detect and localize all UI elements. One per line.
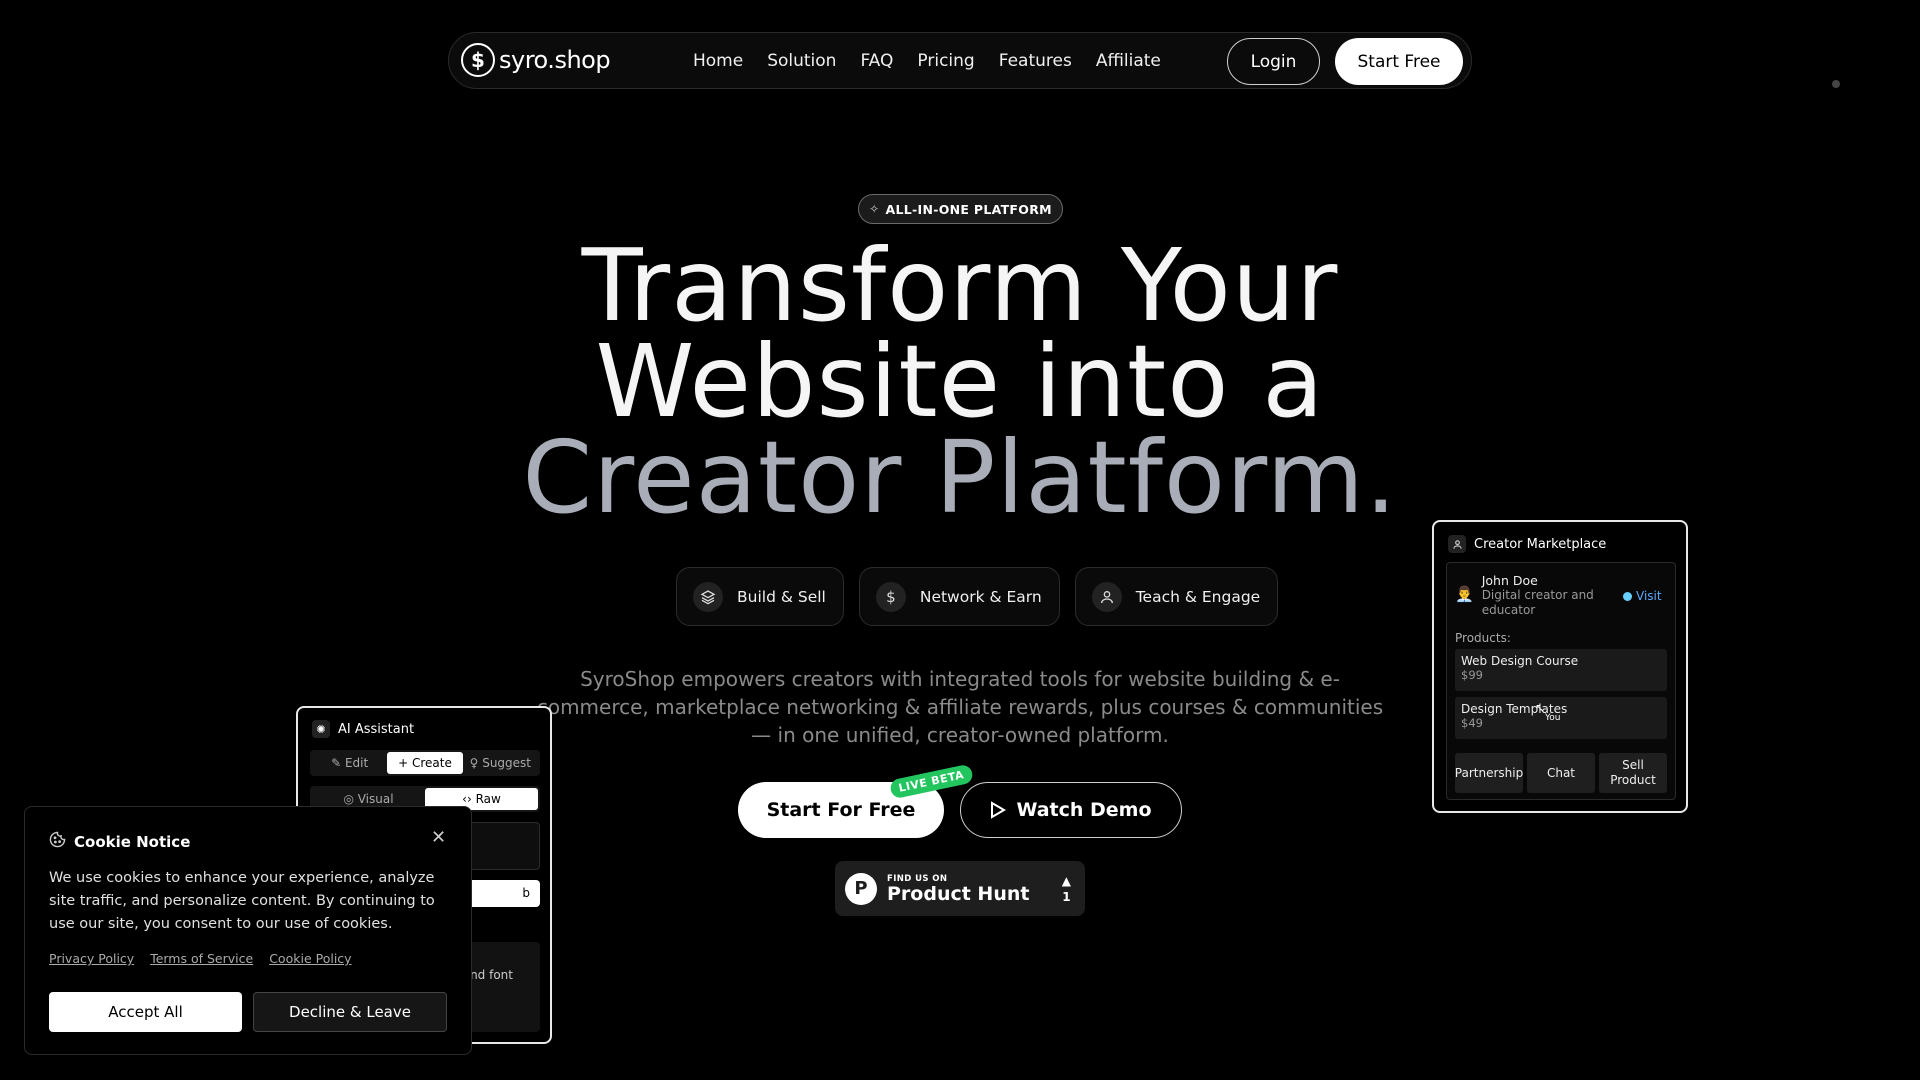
online-status-icon (1623, 591, 1632, 601)
product-hunt-title: Product Hunt (887, 882, 1030, 905)
product-price: $99 (1461, 668, 1483, 682)
product-name: Web Design Course (1461, 654, 1579, 668)
accept-all-button[interactable]: Accept All (49, 992, 242, 1032)
creator-marketplace-title: Creator Marketplace (1474, 536, 1607, 552)
ai-mode-tabs: ✎ Edit + Create ♀ Suggest (310, 750, 540, 776)
layers-icon (693, 581, 723, 612)
start-free-button[interactable]: Start Free (1335, 38, 1463, 85)
cursor-label: You (1545, 713, 1561, 723)
close-icon[interactable]: ✕ (431, 827, 446, 848)
nav-link-solution[interactable]: Solution (767, 51, 836, 71)
upvote-count: ▲ 1 (1062, 873, 1071, 905)
product-hunt-small-text: FIND US ON (887, 873, 948, 884)
creator-actions: Partnership Chat Sell Product (1455, 753, 1667, 793)
login-button[interactable]: Login (1227, 38, 1320, 85)
sparkle-icon: ✺ (312, 720, 330, 738)
privacy-policy-link[interactable]: Privacy Policy (49, 951, 134, 966)
play-icon (991, 801, 1007, 819)
nav-link-home[interactable]: Home (693, 51, 743, 71)
platform-badge: ✧ ALL-IN-ONE PLATFORM (858, 194, 1063, 224)
product-price: $49 (1461, 716, 1483, 730)
top-navbar: $ syro.shop Home Solution FAQ Pricing Fe… (448, 32, 1472, 89)
pill-network-earn[interactable]: $ Network & Earn (858, 567, 1060, 626)
cookie-icon (49, 831, 66, 853)
nav-link-pricing[interactable]: Pricing (917, 51, 974, 71)
feature-pills: Build & Sell $ Network & Earn Teach & En… (676, 567, 1279, 626)
product-item[interactable]: Web Design Course $99 (1455, 649, 1667, 691)
collaborator-cursor: ↖ You (1535, 701, 1561, 723)
tab-edit[interactable]: ✎ Edit (312, 752, 387, 774)
cookie-body: We use cookies to enhance your experienc… (49, 870, 435, 932)
products-label: Products: (1455, 631, 1511, 645)
sparkle-icon: ✧ (869, 202, 880, 216)
vote-number: 1 (1062, 889, 1071, 904)
tab-suggest[interactable]: ♀ Suggest (463, 752, 538, 774)
pill-label: Teach & Engage (1135, 587, 1261, 606)
ai-assistant-title: AI Assistant (338, 721, 415, 737)
tab-create[interactable]: + Create (387, 752, 463, 774)
headline-line-1: Transform Your (581, 227, 1339, 344)
decline-leave-button[interactable]: Decline & Leave (253, 992, 447, 1032)
cookie-notice: Cookie Notice ✕ We use cookies to enhanc… (24, 806, 472, 1055)
hero-headline: Transform Your Website into a Creator Pl… (360, 227, 1560, 536)
creator-marketplace-card: Creator Marketplace 👨‍💼 John Doe Digital… (1432, 520, 1688, 813)
badge-label: ALL-IN-ONE PLATFORM (885, 201, 1052, 217)
pill-build-sell[interactable]: Build & Sell (676, 567, 844, 626)
upvote-triangle-icon: ▲ (1061, 873, 1071, 888)
cookie-links: Privacy Policy Terms of Service Cookie P… (49, 951, 352, 966)
decorative-dot (1832, 80, 1840, 88)
creator-bio: Digital creator and educator (1481, 588, 1594, 617)
logo-dollar-icon: $ (461, 43, 495, 77)
visit-label: Visit (1636, 589, 1662, 603)
pill-label: Build & Sell (737, 587, 826, 606)
logo-text: syro.shop (499, 46, 611, 74)
creator-profile-panel: 👨‍💼 John Doe Digital creator and educato… (1446, 562, 1676, 800)
creator-name: John Doe (1481, 573, 1538, 588)
cookie-title: Cookie Notice (74, 833, 191, 851)
pill-teach-engage[interactable]: Teach & Engage (1074, 567, 1279, 626)
cursor-arrow-icon: ↖ (1535, 701, 1546, 715)
chat-button[interactable]: Chat (1527, 753, 1595, 793)
cookie-policy-link[interactable]: Cookie Policy (269, 951, 351, 966)
avatar: 👨‍💼 (1455, 585, 1474, 603)
nav-links: Home Solution FAQ Pricing Features Affil… (693, 51, 1161, 71)
product-hunt-icon: P (845, 872, 877, 905)
creator-profile: 👨‍💼 John Doe Digital creator and educato… (1455, 573, 1600, 618)
product-name: Design Templates (1461, 702, 1568, 716)
dollar-icon: $ (875, 581, 906, 612)
watch-demo-label: Watch Demo (1016, 799, 1152, 821)
sell-product-button[interactable]: Sell Product (1599, 753, 1667, 793)
pill-label: Network & Earn (919, 587, 1042, 606)
headline-line-3: Creator Platform. (522, 419, 1398, 536)
product-hunt-badge[interactable]: P FIND US ON Product Hunt ▲ 1 (835, 861, 1085, 916)
product-item[interactable]: Design Templates $49 (1455, 697, 1667, 739)
nav-link-features[interactable]: Features (999, 51, 1072, 71)
user-icon (1448, 535, 1466, 553)
headline-line-2: Website into a (595, 323, 1325, 440)
hero-description: SyroShop empowers creators with integrat… (536, 667, 1384, 747)
logo[interactable]: $ syro.shop (461, 43, 611, 77)
nav-link-faq[interactable]: FAQ (860, 51, 893, 71)
nav-link-affiliate[interactable]: Affiliate (1096, 51, 1161, 71)
terms-of-service-link[interactable]: Terms of Service (150, 951, 253, 966)
user-icon (1091, 581, 1122, 612)
visit-link[interactable]: Visit (1623, 589, 1662, 603)
watch-demo-button[interactable]: Watch Demo (960, 782, 1182, 838)
partnership-button[interactable]: Partnership (1455, 753, 1523, 793)
